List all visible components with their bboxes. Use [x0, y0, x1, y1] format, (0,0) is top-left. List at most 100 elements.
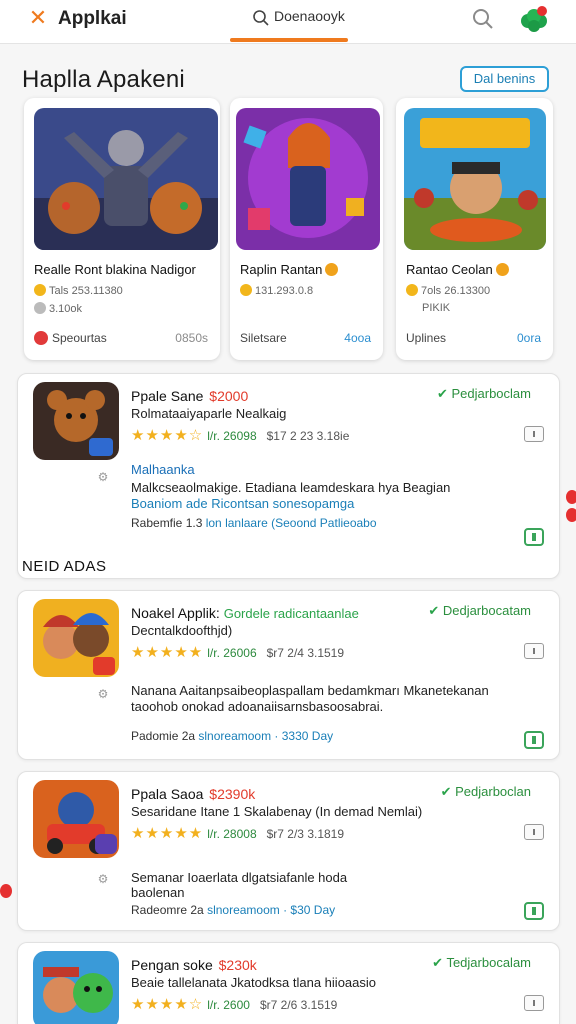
star-rating: ★★★★★ [131, 644, 204, 661]
search-tab[interactable] [230, 2, 348, 42]
info-icon[interactable] [524, 426, 544, 442]
download-icon[interactable] [524, 731, 544, 749]
star-rating: ★★★★★ [131, 825, 204, 842]
top-app-bar: ✕ Applkai [0, 0, 576, 44]
app-footer: Radeomre 2a slnoreamoom · $30 Day [131, 903, 335, 917]
app-icon [33, 780, 119, 858]
app-subtitle: Decntalkdoofthjd) [131, 623, 233, 638]
app-subtitle: Sesaridane Itane 1 Skalabenay (In demad … [131, 804, 423, 819]
search-button-icon[interactable] [470, 6, 496, 32]
section-2-title: NEID ADAS [22, 558, 107, 575]
app-icon [33, 599, 119, 677]
app-list-card[interactable]: Ppala Saoa $2390k ✔ Pedjarboclan Sesarid… [17, 771, 560, 931]
featured-meta-2-text: 3.10ok [49, 303, 83, 315]
app-status-text: Pedjarboclan [455, 784, 531, 799]
section-title: Haplla Apakeni [22, 66, 185, 93]
info-icon[interactable] [524, 995, 544, 1011]
app-status: ✔ Pedjarboclan [441, 784, 531, 800]
app-footer-link[interactable]: lon lanlaare (Seoond Patlieoabo [206, 516, 377, 530]
app-title-line: Pengan soke $230k [131, 957, 257, 973]
featured-meta: 131.293.0.8 [240, 284, 313, 297]
featured-meta-text: 131.293.0.8 [255, 285, 314, 297]
see-details-button[interactable]: Dal benins [460, 66, 549, 92]
app-title: Ppala Saoa [131, 786, 204, 802]
featured-footer-left: Uplines [406, 331, 447, 345]
download-icon[interactable] [524, 528, 544, 546]
featured-card[interactable]: Realle Ront blakina Nadigor Tals 253.113… [24, 98, 220, 360]
app-title-line: Noakel Applik: Gordele radicantaanlae [131, 605, 359, 621]
app-footer-text: Padomie 2a [131, 729, 196, 743]
app-rating-row: ★★★★★ l/r. 28008 $r7 2/3 3.1819 [131, 824, 344, 842]
featured-footer-left-text: Speourtas [52, 331, 107, 345]
avatar-icon[interactable] [518, 4, 550, 36]
featured-meta-2: 3.10ok [34, 302, 82, 315]
app-footer-link[interactable]: slnoreamoom · $30 Day [207, 903, 335, 917]
app-title-line: Ppala Saoa $2390k [131, 786, 255, 802]
app-description: Nanana Aaitanpsaibeoplaspallam bedamkmar… [131, 683, 489, 698]
app-list-card[interactable]: Pengan soke $230k ✔ Tedjarbocalam Beaie … [17, 942, 560, 1024]
info-icon[interactable] [524, 824, 544, 840]
featured-title-text: Raplin Rantan [240, 262, 323, 277]
verified-icon [495, 263, 509, 276]
app-tag: Gordele radicantaanlae [223, 606, 359, 621]
app-size: $r7 2/4 3.1519 [266, 646, 345, 660]
heart-icon [0, 884, 12, 898]
app-footer-link[interactable]: slnoreamoom · 3330 Day [198, 729, 333, 743]
app-footer: Padomie 2a slnoreamoom · 3330 Day [131, 729, 333, 743]
app-description-2: taoohob onokad adoanaiisarnsbasoosabrai. [131, 699, 384, 714]
featured-footer-left: Siletsare [240, 331, 287, 345]
app-footer: Rabemfie 1.3 lon lanlaare (Seoond Patlie… [131, 516, 377, 530]
app-rating-row: ★★★★☆ l/r. 26098 $17 2 23 3.18ie [131, 426, 349, 444]
app-version: l/r. 28008 [207, 827, 257, 841]
check-icon: ✔ [428, 603, 440, 618]
app-subtitle: Rolmataaiyaparle Nealkaig [131, 406, 287, 421]
featured-footer-right[interactable]: 4ooa [344, 331, 371, 345]
app-footer-text: Rabemfie 1.3 [131, 516, 203, 530]
check-icon: ✔ [436, 386, 448, 401]
gear-icon[interactable]: ⚙ [96, 470, 110, 484]
gear-icon[interactable]: ⚙ [96, 872, 110, 886]
app-list-card[interactable]: Ppale Sane $2000 ✔ Pedjarboclam Rolmataa… [17, 373, 560, 579]
search-icon [253, 10, 269, 26]
app-rating-row: ★★★★☆ l/r. 2600 $r7 2/6 3.1519 [131, 995, 337, 1013]
active-tab-indicator [230, 38, 348, 42]
app-status: ✔ Pedjarboclam [437, 386, 531, 402]
app-status: ✔ Dedjarbocatam [428, 603, 531, 619]
app-price: $2000 [209, 388, 249, 404]
app-version: l/r. 26006 [207, 646, 257, 660]
app-title: Pengan soke [131, 957, 213, 973]
star-rating: ★★★★☆ [131, 996, 204, 1013]
app-status-text: Dedjarbocatam [442, 603, 531, 618]
heart-icon [566, 508, 576, 522]
search-input[interactable] [274, 8, 346, 24]
download-icon[interactable] [524, 902, 544, 920]
app-description: Semanar Ioaerlata dlgatsiafanle hoda [131, 870, 348, 885]
app-status-text: Pedjarboclam [451, 386, 532, 401]
close-icon[interactable]: ✕ [26, 6, 50, 30]
gear-icon[interactable]: ⚙ [96, 687, 110, 701]
app-size: $r7 2/6 3.1519 [259, 998, 338, 1012]
app-price: $230k [218, 957, 257, 973]
app-rating-row: ★★★★★ l/r. 26006 $r7 2/4 3.1519 [131, 643, 344, 661]
app-size: $17 2 23 3.18ie [266, 429, 350, 443]
featured-meta-2: PIKIK [422, 302, 451, 314]
featured-meta: Tals 253.11380 [34, 284, 123, 297]
featured-title: Realle Ront blakina Nadigor [34, 262, 196, 277]
app-title-line: Ppale Sane $2000 [131, 388, 248, 404]
info-icon[interactable] [524, 643, 544, 659]
verified-icon [325, 263, 339, 276]
app-category[interactable]: Malhaanka [131, 462, 195, 477]
coin-icon [240, 284, 252, 296]
heart-icon [566, 490, 576, 504]
featured-title: Rantao Ceolan [406, 262, 509, 277]
featured-footer-right: 0850s [175, 331, 208, 345]
featured-game-image [236, 108, 380, 250]
app-list-card[interactable]: Noakel Applik: Gordele radicantaanlae ✔ D… [17, 590, 560, 760]
featured-footer-right[interactable]: 0ora [517, 331, 541, 345]
app-subtitle: Beaie tallelanata Jkatodksa tlana hiioaa… [131, 975, 377, 990]
app-title: Applkai [58, 8, 127, 29]
featured-card[interactable]: Raplin Rantan 131.293.0.8 Siletsare 4ooa [230, 98, 383, 360]
featured-card[interactable]: Rantao Ceolan 7ols 26.13300 PIKIK Upline… [396, 98, 553, 360]
badge-icon [34, 331, 48, 345]
featured-title-text: Rantao Ceolan [406, 262, 493, 277]
